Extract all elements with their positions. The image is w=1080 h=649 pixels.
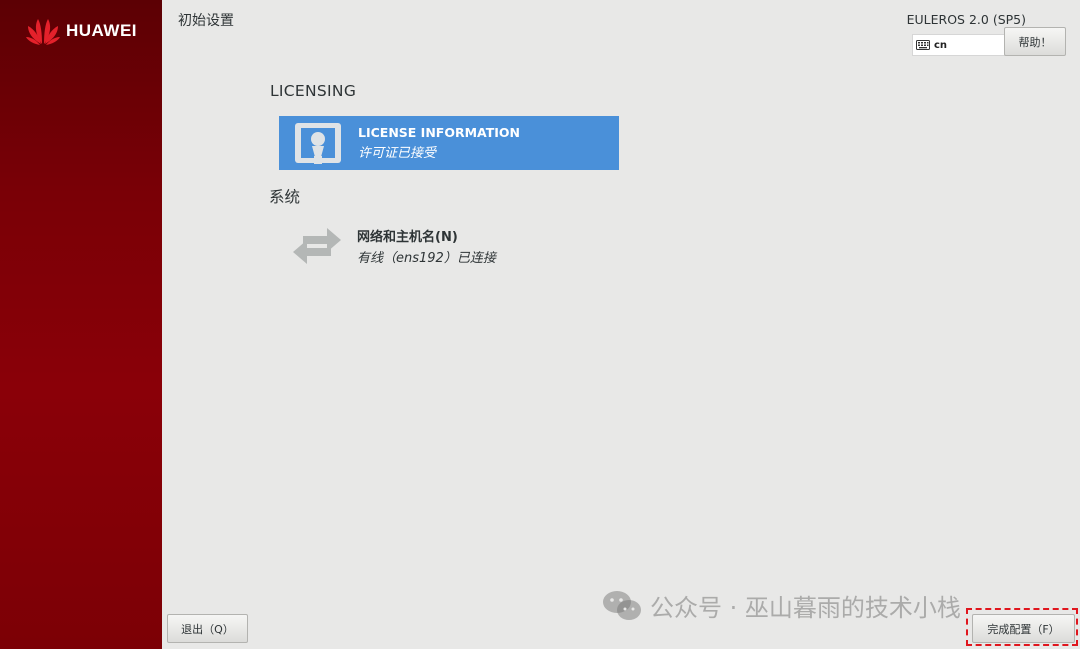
huawei-logo-text: HUAWEI [66,21,137,40]
quit-button[interactable]: 退出（Q） [167,614,248,643]
keyboard-layout-indicator[interactable]: cn [912,34,1006,56]
help-button[interactable]: 帮助！ [1004,27,1066,56]
network-spoke-status: 有线（ens192）已连接 [357,251,496,266]
network-spoke-name: 网络和主机名(N) [357,230,458,245]
watermark-text: 公众号 · 巫山暮雨的技术小栈 [650,594,961,622]
keyboard-icon [916,40,930,50]
page-title: 初始设置 [178,13,234,29]
section-title-system: 系统 [269,188,301,206]
license-icon [295,123,341,164]
os-name: EULEROS 2.0 (SP5) [906,12,1026,27]
section-title-licensing: LICENSING [270,82,357,100]
network-hostname-spoke[interactable]: 网络和主机名(N) 有线（ens192）已连接 [279,218,619,274]
keyboard-layout-label: cn [934,39,948,51]
license-information-spoke[interactable]: LICENSE INFORMATION 许可证已接受 [279,116,619,170]
license-spoke-name: LICENSE INFORMATION [358,125,520,140]
huawei-logo-icon [26,19,60,45]
watermark: 公众号 · 巫山暮雨的技术小栈 [602,588,961,623]
license-spoke-status: 许可证已接受 [358,146,437,161]
finish-button-highlight [966,608,1078,646]
wechat-icon [603,590,641,620]
sidebar: HUAWEI [0,0,162,649]
main-panel: 初始设置 EULEROS 2.0 (SP5) cn 帮助！ LICENSING … [162,0,1080,649]
huawei-logo: HUAWEI [26,16,137,46]
network-arrows-icon [293,228,341,264]
